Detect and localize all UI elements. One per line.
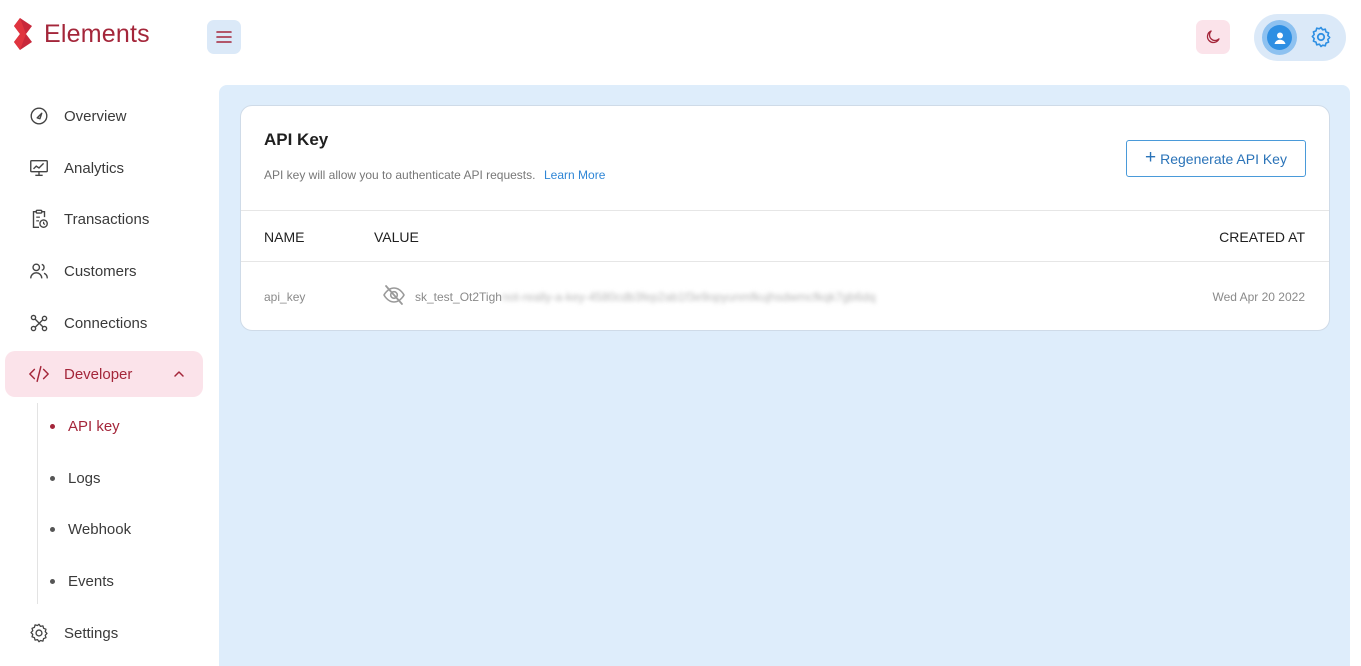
- submenu-item-logs[interactable]: Logs: [46, 464, 101, 492]
- sidebar-item-transactions[interactable]: Transactions: [5, 196, 203, 242]
- api-key-card: API Key API key will allow you to authen…: [240, 105, 1330, 331]
- elements-logo-icon: [14, 18, 32, 50]
- row-divider: [241, 261, 1329, 262]
- sidebar-item-connections[interactable]: Connections: [5, 300, 203, 346]
- submenu-item-label: Events: [68, 572, 114, 590]
- code-icon: [29, 365, 49, 383]
- bullet-icon: [50, 526, 55, 532]
- sidebar-item-settings[interactable]: Settings: [5, 610, 203, 656]
- card-title: API Key: [264, 130, 329, 149]
- moon-icon: [1206, 30, 1220, 44]
- sidebar-item-developer[interactable]: Developer: [5, 351, 203, 397]
- hamburger-icon: [216, 31, 232, 43]
- key-value-hidden: not-really-a-key-4580cdb3fep2ab1f3e9opyu…: [501, 290, 876, 304]
- users-icon: [30, 263, 48, 279]
- submenu-item-events[interactable]: Events: [46, 567, 114, 595]
- submenu-item-api-key[interactable]: API key: [46, 412, 120, 440]
- column-header-value: VALUE: [374, 229, 419, 245]
- column-header-created-at: CREATED AT: [1219, 229, 1305, 245]
- sidebar-item-label: Customers: [64, 263, 137, 280]
- sidebar-item-overview[interactable]: Overview: [5, 93, 203, 139]
- gauge-icon: [30, 107, 48, 125]
- menu-toggle-button[interactable]: [207, 20, 241, 54]
- sidebar-item-label: Analytics: [64, 160, 125, 177]
- submenu-item-label: Logs: [68, 469, 101, 487]
- key-value-visible: sk_test_Ot2Tigh: [415, 290, 502, 304]
- bullet-icon: [50, 423, 55, 429]
- submenu-item-label: API key: [68, 417, 120, 435]
- theme-toggle-button[interactable]: [1196, 20, 1230, 54]
- regenerate-label: Regenerate API Key: [1160, 150, 1287, 167]
- bullet-icon: [50, 578, 55, 584]
- plus-icon: +: [1145, 147, 1157, 168]
- avatar-button[interactable]: [1262, 20, 1297, 55]
- submenu-item-webhook[interactable]: Webhook: [46, 515, 131, 543]
- submenu-item-label: Webhook: [68, 520, 132, 538]
- sidebar-item-customers[interactable]: Customers: [5, 248, 203, 294]
- bullet-icon: [50, 475, 55, 481]
- chevron-up-icon: [174, 371, 184, 377]
- monitor-chart-icon: [30, 159, 48, 177]
- sidebar-item-label: Overview: [64, 108, 127, 125]
- clipboard-clock-icon: [32, 209, 48, 228]
- app-name: Elements: [44, 19, 150, 48]
- submenu-divider: [37, 403, 38, 604]
- app-logo[interactable]: Elements: [12, 18, 150, 50]
- sidebar-item-label: Settings: [64, 625, 119, 642]
- avatar: [1267, 25, 1292, 50]
- key-name-cell: api_key: [264, 290, 306, 304]
- user-icon: [1274, 32, 1285, 44]
- gear-icon: [30, 623, 48, 643]
- sidebar-item-label: Transactions: [64, 211, 150, 228]
- gear-icon[interactable]: [1309, 25, 1333, 49]
- learn-more-link[interactable]: Learn More: [544, 168, 605, 182]
- key-value-cell: sk_test_Ot2Tighnot-really-a-key-4580cdb3…: [415, 290, 876, 304]
- regenerate-api-key-button[interactable]: + Regenerate API Key: [1126, 140, 1306, 177]
- eye-off-icon[interactable]: [382, 284, 406, 306]
- sidebar-item-analytics[interactable]: Analytics: [5, 145, 203, 191]
- column-header-name: NAME: [264, 229, 305, 245]
- sidebar-item-label: Developer: [64, 366, 133, 383]
- card-description: API key will allow you to authenticate A…: [264, 168, 536, 182]
- nodes-icon: [30, 314, 48, 332]
- header-divider: [241, 210, 1329, 211]
- sidebar-item-label: Connections: [64, 315, 148, 332]
- created-at-cell: Wed Apr 20 2022: [1212, 290, 1305, 304]
